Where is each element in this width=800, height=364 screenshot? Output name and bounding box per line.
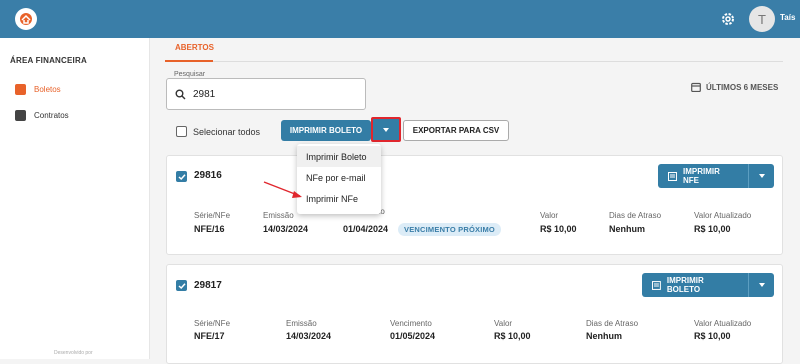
field-label: Emissão — [263, 211, 294, 220]
field-value: R$ 10,00 — [540, 224, 577, 234]
card-action-split-button: IMPRIMIR NFE — [658, 164, 774, 188]
field-value: R$ 10,00 — [694, 331, 731, 341]
sidebar-item-boletos[interactable]: Boletos — [15, 82, 61, 96]
card-action-dropdown[interactable] — [748, 273, 774, 297]
menu-item-nfe-por-email[interactable]: NFe por e-mail — [297, 167, 381, 188]
search-icon — [175, 89, 186, 100]
field-value: 14/03/2024 — [263, 224, 309, 234]
card-number: 29817 — [194, 280, 222, 291]
select-all-checkbox[interactable]: Selecionar todos — [176, 126, 260, 137]
sidebar-item-label: Boletos — [34, 84, 61, 94]
search-value: 2981 — [193, 89, 216, 100]
check-icon — [177, 282, 186, 289]
field-value: NFE/16 — [194, 224, 225, 234]
field-value: Nenhum — [586, 331, 622, 341]
field-value: 14/03/2024 — [286, 331, 332, 341]
username-label: Taís — [780, 13, 796, 22]
print-boleto-label: IMPRIMIR BOLETO — [666, 276, 704, 294]
field-value: NFE/17 — [194, 331, 225, 341]
print-boleto-card-button[interactable]: IMPRIMIR BOLETO — [642, 273, 748, 297]
sidebar-item-label: Contratos — [34, 110, 69, 120]
print-list-icon — [668, 171, 677, 181]
tab-active-indicator — [165, 60, 213, 62]
top-bar: T Taís — [0, 0, 800, 38]
print-nfe-label: IMPRIMIR NFE — [682, 167, 720, 185]
calendar-icon — [691, 82, 701, 92]
period-label: ÚLTIMOS 6 MESES — [706, 82, 779, 92]
card-number: 29816 — [194, 170, 222, 181]
card-checkbox[interactable] — [176, 280, 187, 291]
gear-icon[interactable] — [720, 11, 736, 27]
status-badge: VENCIMENTO PRÓXIMO — [398, 223, 501, 236]
chevron-down-icon — [383, 127, 389, 132]
field-label: Vencimento — [390, 319, 432, 328]
sidebar-title: ÁREA FINANCEIRA — [10, 56, 87, 65]
app-logo-icon[interactable] — [15, 8, 37, 30]
avatar[interactable]: T — [749, 6, 775, 32]
field-value: R$ 10,00 — [694, 224, 731, 234]
field-label: Série/NFe — [194, 211, 231, 220]
card-action-split-button: IMPRIMIR BOLETO — [642, 273, 774, 297]
field-label: Valor — [494, 319, 513, 328]
checkbox-empty-icon — [176, 126, 187, 137]
field-value: R$ 10,00 — [494, 331, 531, 341]
chevron-down-icon — [758, 283, 765, 287]
export-csv-button[interactable]: EXPORTAR PARA CSV — [403, 120, 509, 141]
tab-abertos[interactable]: ABERTOS — [175, 43, 214, 52]
field-label: Série/NFe — [194, 319, 231, 328]
field-label: Emissão — [286, 319, 317, 328]
menu-item-imprimir-nfe[interactable]: Imprimir NFe — [297, 188, 381, 209]
tab-bar: ABERTOS — [165, 38, 783, 62]
boleto-icon — [15, 83, 26, 95]
print-boleto-button[interactable]: IMPRIMIR BOLETO — [281, 120, 371, 141]
field-value: Nenhum — [609, 224, 645, 234]
field-label: Dias de Atraso — [609, 211, 662, 220]
print-list-icon — [652, 280, 661, 290]
sidebar-item-contratos[interactable]: Contratos — [15, 108, 69, 122]
period-filter[interactable]: ÚLTIMOS 6 MESES — [691, 82, 778, 92]
contract-icon — [15, 109, 26, 121]
chevron-down-icon — [758, 174, 765, 178]
footer-text: Desenvolvido por — [54, 350, 93, 356]
field-value: 01/04/2024 — [343, 224, 389, 234]
field-label: Valor Atualizado — [694, 211, 752, 220]
card-action-dropdown[interactable] — [748, 164, 774, 188]
field-label: Valor Atualizado — [694, 319, 752, 328]
field-label: Dias de Atraso — [586, 319, 639, 328]
print-nfe-button[interactable]: IMPRIMIR NFE — [658, 164, 748, 188]
annotation-arrow-icon — [263, 181, 302, 198]
print-options-menu: Imprimir Boleto NFe por e-mail Imprimir … — [297, 144, 381, 214]
check-icon — [177, 173, 186, 180]
search-input[interactable]: 2981 — [166, 78, 366, 110]
select-all-label: Selecionar todos — [193, 126, 261, 137]
print-options-dropdown-button[interactable] — [371, 117, 401, 142]
field-label: Valor — [540, 211, 559, 220]
card-checkbox[interactable] — [176, 171, 187, 182]
menu-item-imprimir-boleto[interactable]: Imprimir Boleto — [297, 146, 381, 167]
sidebar: ÁREA FINANCEIRA Boletos Contratos — [0, 38, 150, 359]
field-value: 01/05/2024 — [390, 331, 436, 341]
search-label: Pesquisar — [171, 71, 209, 78]
